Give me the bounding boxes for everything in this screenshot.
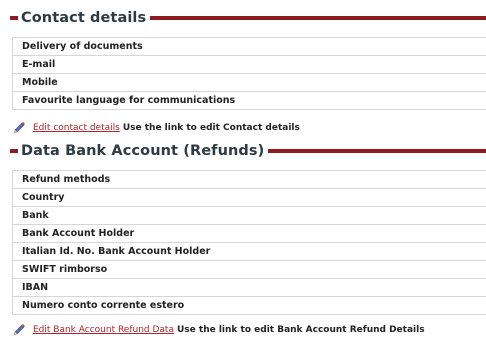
edit-bank-account-link[interactable]: Edit Bank Account Refund Data (33, 325, 174, 335)
contact-details-list: Delivery of documents E-mail Mobile Favo… (12, 37, 486, 110)
profile-page: Contact details Delivery of documents E-… (0, 0, 486, 341)
field-mobile: Mobile (13, 73, 486, 91)
edit-contact-details-line: Edit contact details Use the link to edi… (12, 121, 300, 135)
pencil-icon (13, 122, 25, 134)
field-bank: Bank (13, 206, 486, 224)
bank-account-section: Data Bank Account (Refunds) Refund metho… (10, 140, 486, 315)
header-accent-mark (10, 149, 18, 153)
field-country: Country (13, 188, 486, 206)
field-iban: IBAN (13, 278, 486, 296)
edit-contact-details-hint: Use the link to edit Contact details (122, 123, 300, 133)
contact-details-section: Contact details Delivery of documents E-… (10, 7, 486, 110)
edit-bank-account-hint: Use the link to edit Bank Account Refund… (176, 325, 425, 335)
field-numero-conto-estero: Numero conto corrente estero (13, 296, 486, 314)
contact-details-header: Contact details (10, 7, 486, 29)
bank-account-header: Data Bank Account (Refunds) (10, 140, 486, 162)
field-italian-id-holder: Italian Id. No. Bank Account Holder (13, 242, 486, 260)
bank-account-list: Refund methods Country Bank Bank Account… (12, 170, 486, 315)
field-delivery-of-documents: Delivery of documents (13, 37, 486, 55)
edit-contact-details-link[interactable]: Edit contact details (33, 123, 120, 133)
header-rule (150, 16, 486, 20)
edit-bank-account-line: Edit Bank Account Refund Data Use the li… (12, 323, 425, 337)
header-accent-mark (10, 16, 18, 20)
field-refund-methods: Refund methods (13, 170, 486, 188)
field-favourite-language: Favourite language for communications (13, 91, 486, 109)
field-bank-account-holder: Bank Account Holder (13, 224, 486, 242)
field-email: E-mail (13, 55, 486, 73)
header-rule (268, 149, 486, 153)
contact-details-title: Contact details (21, 10, 147, 26)
field-swift-rimborso: SWIFT rimborso (13, 260, 486, 278)
bank-account-title: Data Bank Account (Refunds) (21, 143, 265, 159)
pencil-icon (13, 324, 25, 336)
